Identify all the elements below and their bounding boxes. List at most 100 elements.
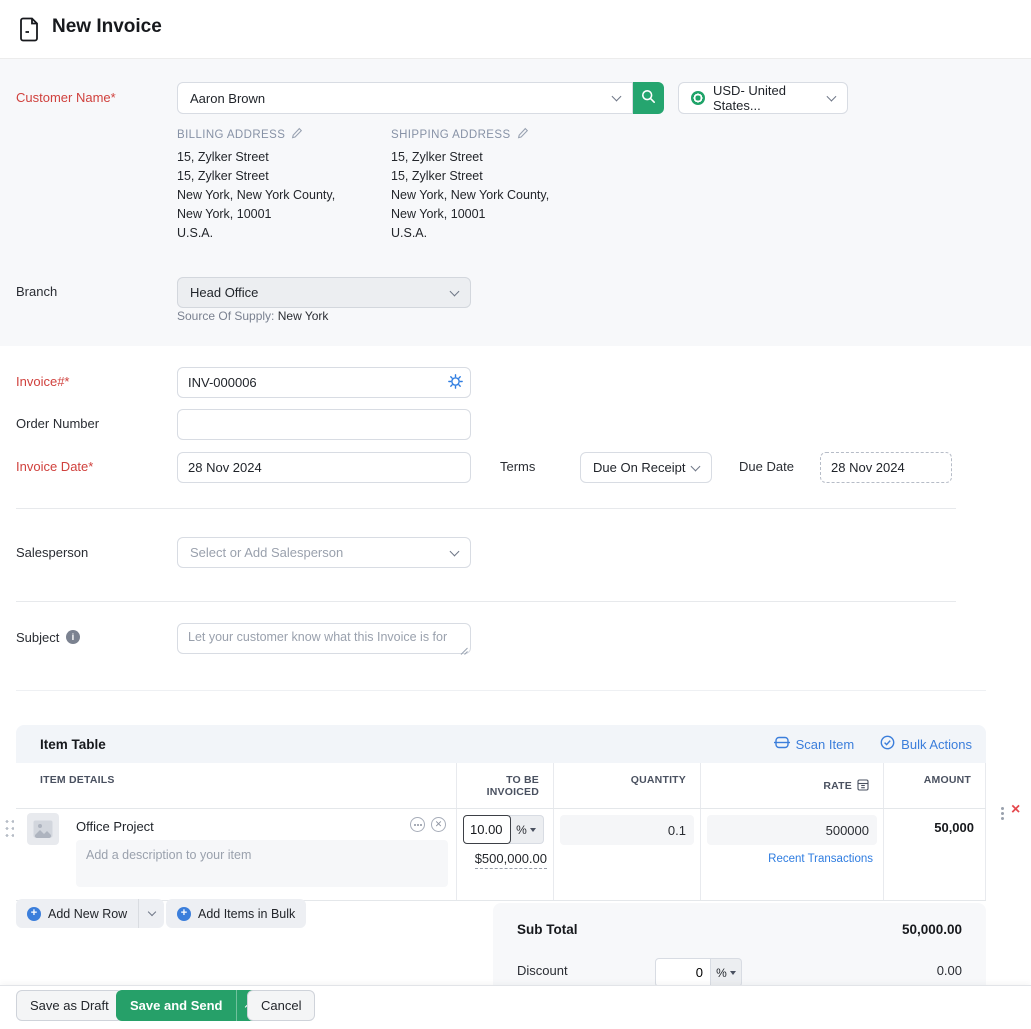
page-title: New Invoice: [52, 16, 162, 37]
discount-input[interactable]: [655, 958, 711, 987]
discount-unit-select[interactable]: %: [711, 958, 742, 987]
currency-icon: [691, 91, 705, 105]
subject-textarea[interactable]: [177, 623, 471, 654]
section-divider: [16, 601, 956, 602]
salesperson-select[interactable]: Select or Add Salesperson: [177, 537, 471, 568]
recent-transactions-link[interactable]: Recent Transactions: [768, 853, 873, 865]
to-be-invoiced-cell: % $500,000.00: [456, 809, 553, 900]
chevron-down-icon: [449, 546, 460, 556]
address-line: New York, New York County,: [177, 188, 336, 202]
edit-pencil-icon[interactable]: [291, 127, 303, 142]
address-line: U.S.A.: [177, 226, 214, 240]
save-as-draft-button[interactable]: Save as Draft: [16, 990, 123, 1021]
invoiced-amount[interactable]: $500,000.00: [474, 851, 547, 869]
address-line: 15, Zylker Street: [391, 150, 483, 164]
add-items-in-bulk-label: Add Items in Bulk: [198, 906, 296, 921]
branch-label: Branch: [16, 284, 58, 299]
branch-value: Head Office: [190, 285, 259, 300]
source-of-supply: Source Of Supply: New York: [177, 309, 328, 323]
percent-label: %: [716, 965, 727, 980]
invoice-date-input[interactable]: [177, 452, 471, 483]
row-amount: 50,000: [934, 820, 974, 835]
search-icon: [641, 89, 656, 107]
save-and-send-split-button: Save and Send: [116, 990, 262, 1021]
scanner-icon: [773, 735, 790, 753]
section-divider: [16, 690, 986, 691]
cancel-button[interactable]: Cancel: [247, 990, 316, 1021]
item-name[interactable]: Office Project: [76, 819, 154, 834]
item-clear-icon[interactable]: ✕: [431, 817, 446, 832]
chevron-down-icon: [147, 907, 156, 917]
add-new-row-button[interactable]: + Add New Row: [16, 899, 138, 928]
terms-value: Due On Receipt: [593, 460, 686, 475]
to-be-invoiced-unit-select[interactable]: %: [509, 815, 544, 844]
bulk-actions-button[interactable]: Bulk Actions: [880, 735, 972, 753]
invoice-number-input[interactable]: [177, 367, 471, 398]
item-image-placeholder-icon[interactable]: [27, 813, 59, 845]
currency-value: USD- United States...: [713, 83, 786, 113]
address-line: New York, New York County,: [391, 188, 550, 202]
column-header-to-be-invoiced: TO BE INVOICED: [456, 763, 553, 808]
invoice-number-label: Invoice#*: [16, 374, 70, 389]
add-new-row-dropdown-button[interactable]: [138, 899, 164, 928]
address-line: 15, Zylker Street: [177, 150, 269, 164]
plus-circle-icon: +: [27, 906, 41, 921]
page-header: New Invoice: [0, 0, 1031, 59]
customer-search-button[interactable]: [633, 82, 664, 114]
item-description-textarea[interactable]: [76, 840, 448, 887]
chevron-down-icon: [690, 461, 701, 471]
bulk-actions-label: Bulk Actions: [901, 736, 972, 752]
info-icon: i: [66, 630, 80, 644]
currency-select[interactable]: USD- United States...: [678, 82, 848, 114]
rate-input[interactable]: [707, 815, 877, 845]
invoice-document-icon: [17, 16, 42, 47]
delete-row-icon[interactable]: ×: [1011, 802, 1020, 818]
rate-cell: Recent Transactions: [700, 809, 883, 900]
new-invoice-page: New Invoice Customer Name* Aaron Brown U…: [0, 0, 1031, 1029]
to-be-invoiced-input[interactable]: [463, 815, 511, 844]
caret-down-icon: [529, 827, 536, 832]
scan-item-button[interactable]: Scan Item: [773, 735, 854, 753]
caret-down-icon: [729, 970, 736, 975]
column-header-item-details: ITEM DETAILS: [40, 774, 115, 786]
quantity-cell: [553, 809, 700, 900]
quantity-input[interactable]: [560, 815, 694, 845]
customer-name-combobox[interactable]: Aaron Brown: [177, 82, 633, 114]
discount-amount: 0.00: [936, 963, 962, 978]
branch-select[interactable]: Head Office: [177, 277, 471, 308]
terms-label: Terms: [500, 459, 536, 474]
source-of-supply-value: New York: [277, 309, 329, 323]
invoice-number-settings-gear-icon[interactable]: [448, 374, 463, 394]
chevron-down-icon: [449, 286, 460, 296]
sub-total-value: 50,000.00: [901, 922, 962, 937]
close-icon: ✕: [434, 819, 443, 829]
item-table: Item Table Scan Item Bulk Actions ITEM D…: [4, 725, 986, 901]
customer-name-value: Aaron Brown: [190, 90, 266, 106]
address-line: New York, 10001: [177, 207, 272, 221]
plus-circle-icon: +: [177, 906, 191, 921]
row-menu-icon[interactable]: [1001, 807, 1004, 810]
add-items-in-bulk-button[interactable]: + Add Items in Bulk: [166, 899, 307, 928]
add-new-row-split-button: + Add New Row: [16, 899, 165, 928]
item-table-title: Item Table: [40, 736, 106, 752]
due-date-input[interactable]: [820, 452, 952, 483]
rate-settings-icon[interactable]: [857, 778, 869, 794]
rate-header-label: RATE: [823, 780, 852, 792]
address-line: 15, Zylker Street: [391, 169, 483, 183]
section-divider: [16, 508, 956, 509]
item-more-options-icon[interactable]: [410, 817, 425, 832]
billing-address-title: BILLING ADDRESS: [177, 128, 286, 141]
column-header-rate: RATE: [700, 763, 883, 808]
address-line: 15, Zylker Street: [177, 169, 269, 183]
item-table-titlebar: Item Table Scan Item Bulk Actions: [16, 725, 986, 763]
terms-select[interactable]: Due On Receipt: [580, 452, 712, 483]
order-number-input[interactable]: [177, 409, 471, 440]
column-header-quantity: QUANTITY: [553, 763, 700, 808]
salesperson-label: Salesperson: [16, 545, 89, 560]
customer-name-label: Customer Name*: [16, 90, 116, 105]
drag-handle-icon[interactable]: [4, 818, 14, 840]
save-and-send-button[interactable]: Save and Send: [116, 990, 237, 1021]
address-line: U.S.A.: [391, 226, 428, 240]
edit-pencil-icon[interactable]: [517, 127, 529, 142]
shipping-address-block: 15, Zylker Street 15, Zylker Street New …: [391, 148, 549, 243]
